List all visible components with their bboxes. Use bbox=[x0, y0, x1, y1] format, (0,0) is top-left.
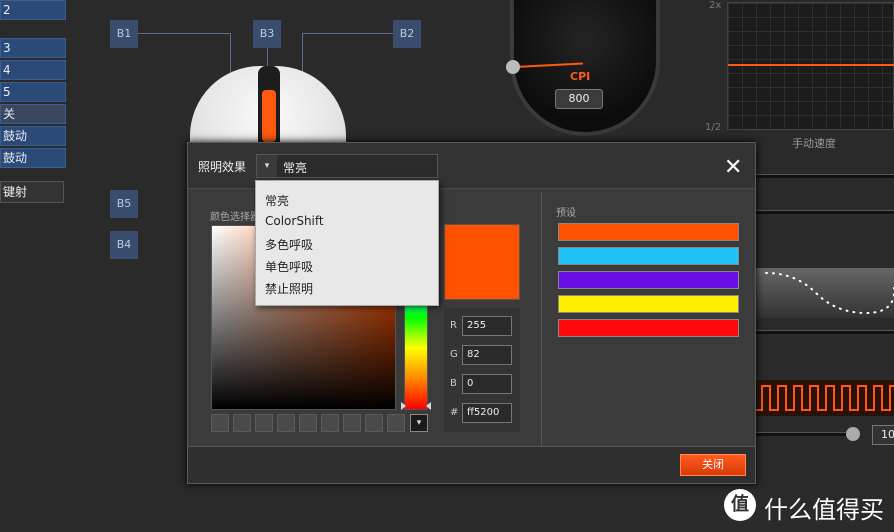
cpi-label: CPI bbox=[570, 70, 591, 83]
menu-item-steady[interactable]: 常亮 bbox=[265, 192, 289, 209]
chevron-down-icon[interactable]: ▾ bbox=[410, 414, 428, 432]
cpi-value[interactable]: 800 bbox=[555, 89, 603, 109]
r-label: R bbox=[450, 320, 457, 331]
close-button[interactable]: 关闭 bbox=[680, 454, 746, 476]
list-item[interactable]: 3 bbox=[0, 38, 66, 58]
chart-y-bottom-label: 1/2 bbox=[705, 122, 722, 133]
custom-swatch[interactable] bbox=[255, 414, 273, 432]
acceleration-chart bbox=[727, 2, 894, 130]
custom-swatch[interactable] bbox=[233, 414, 251, 432]
sine-dots bbox=[765, 272, 894, 315]
wave-preview bbox=[756, 268, 894, 318]
list-item[interactable]: 关 bbox=[0, 104, 66, 124]
g-input[interactable]: 82 bbox=[462, 345, 512, 365]
preset-swatch[interactable] bbox=[558, 247, 739, 265]
menu-item-colorshift[interactable]: ColorShift bbox=[265, 214, 324, 228]
hue-slider-handle[interactable] bbox=[401, 395, 431, 410]
chart-y-top-label: 2x bbox=[709, 0, 722, 11]
macro-button[interactable]: 键射 bbox=[0, 181, 64, 203]
chevron-down-icon[interactable]: ▾ bbox=[257, 155, 277, 177]
g-label: G bbox=[450, 349, 458, 360]
preset-swatch[interactable] bbox=[558, 319, 739, 337]
b-label: B bbox=[450, 378, 457, 389]
custom-swatch[interactable] bbox=[387, 414, 405, 432]
custom-swatch[interactable] bbox=[211, 414, 229, 432]
dialog-footer bbox=[188, 446, 755, 483]
dialog-title: 照明效果 bbox=[198, 160, 247, 174]
color-picker-label: 颜色选择器 bbox=[210, 212, 260, 223]
button-label-b2[interactable]: B2 bbox=[393, 20, 421, 48]
slider-knob[interactable] bbox=[846, 427, 860, 441]
list-item[interactable]: 4 bbox=[0, 60, 66, 80]
button-label-b3[interactable]: B3 bbox=[253, 20, 281, 48]
preset-swatch[interactable] bbox=[558, 271, 739, 289]
list-item[interactable]: 2 bbox=[0, 0, 66, 20]
menu-item-disable[interactable]: 禁止照明 bbox=[265, 280, 313, 297]
preset-swatch[interactable] bbox=[558, 223, 739, 241]
list-item[interactable]: 5 bbox=[0, 82, 66, 102]
slider-track[interactable] bbox=[756, 432, 846, 436]
color-preview bbox=[444, 224, 520, 300]
slider-value[interactable]: 100 bbox=[872, 425, 894, 445]
hex-input[interactable]: ff5200 bbox=[462, 403, 512, 423]
leader-line bbox=[302, 33, 393, 34]
slider-track[interactable] bbox=[756, 330, 894, 334]
button-label-b5[interactable]: B5 bbox=[110, 190, 138, 218]
hex-label: # bbox=[450, 407, 459, 418]
custom-swatch[interactable] bbox=[365, 414, 383, 432]
r-input[interactable]: 255 bbox=[462, 316, 512, 336]
custom-swatch[interactable] bbox=[343, 414, 361, 432]
polling-wave bbox=[756, 380, 894, 416]
b-input[interactable]: 0 bbox=[462, 374, 512, 394]
custom-swatch[interactable] bbox=[299, 414, 317, 432]
custom-swatch[interactable] bbox=[321, 414, 339, 432]
cpi-gauge bbox=[510, 0, 660, 136]
mouse-led-strip bbox=[262, 90, 276, 142]
speed-label: 手动速度 bbox=[792, 137, 836, 150]
button-label-b4[interactable]: B4 bbox=[110, 231, 138, 259]
preset-swatch[interactable] bbox=[558, 295, 739, 313]
effect-dropdown-value[interactable]: 常亮 bbox=[283, 159, 307, 176]
watermark-logo: 值 bbox=[724, 489, 756, 521]
close-icon[interactable]: ✕ bbox=[724, 155, 742, 180]
leader-line bbox=[138, 33, 230, 34]
menu-item-multi-breathe[interactable]: 多色呼吸 bbox=[265, 236, 313, 253]
panel-divider bbox=[541, 192, 542, 446]
acceleration-line bbox=[728, 64, 894, 66]
slider-track[interactable] bbox=[756, 210, 894, 214]
list-item[interactable]: 鼓动 bbox=[0, 148, 66, 168]
gauge-knob[interactable] bbox=[506, 60, 520, 74]
button-label-b1[interactable]: B1 bbox=[110, 20, 138, 48]
square-wave bbox=[756, 385, 894, 411]
preset-label: 预设 bbox=[556, 208, 576, 219]
slider-track[interactable] bbox=[756, 174, 894, 178]
menu-item-single-breathe[interactable]: 单色呼吸 bbox=[265, 258, 313, 275]
custom-swatch[interactable] bbox=[277, 414, 295, 432]
list-item[interactable]: 鼓动 bbox=[0, 126, 66, 146]
watermark-text: 什么值得买 bbox=[764, 496, 884, 524]
